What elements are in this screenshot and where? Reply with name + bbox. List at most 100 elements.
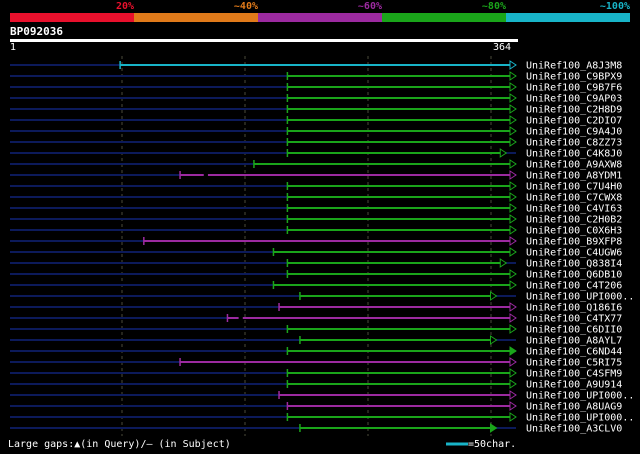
hit-label[interactable]: UniRef100_C4K8J0 (526, 149, 622, 160)
hit-arrow-icon (509, 71, 517, 81)
scale-key: =50char. (446, 439, 516, 450)
hit-row[interactable]: UniRef100_A8AYL7 (10, 335, 622, 347)
hit-label[interactable]: UniRef100_UPI000.. (526, 413, 634, 424)
hit-label[interactable]: UniRef100_C7CWX8 (526, 193, 622, 204)
hit-arrow-icon (509, 379, 517, 389)
hit-label[interactable]: UniRef100_Q838I4 (526, 259, 622, 270)
hit-row[interactable]: UniRef100_Q838I4 (10, 258, 622, 270)
hit-label[interactable]: UniRef100_C8ZZ73 (526, 138, 622, 149)
hit-row[interactable]: UniRef100_C9A4J0 (10, 126, 622, 138)
hit-arrow-icon (509, 346, 517, 356)
hit-arrow-icon (509, 313, 517, 323)
hit-row[interactable]: UniRef100_UPI000.. (10, 291, 634, 303)
hit-row[interactable]: UniRef100_Q186I6 (10, 302, 622, 314)
hit-arrow-icon (509, 412, 517, 422)
hit-row[interactable]: UniRef100_UPI000.. (10, 412, 634, 424)
hit-label[interactable]: UniRef100_C4SFM9 (526, 369, 622, 380)
hit-row[interactable]: UniRef100_C8ZZ73 (10, 137, 622, 149)
hit-arrow-icon (509, 170, 517, 180)
hit-label[interactable]: UniRef100_A9U914 (526, 380, 622, 391)
hit-row[interactable]: UniRef100_C9BPX9 (10, 71, 622, 83)
hit-arrow-icon (509, 225, 517, 235)
hit-arrow-icon (509, 82, 517, 92)
hit-label[interactable]: UniRef100_A8UAG9 (526, 402, 622, 413)
hit-label[interactable]: UniRef100_A9AXW8 (526, 160, 622, 171)
hit-label[interactable]: UniRef100_C2H0B2 (526, 215, 622, 226)
hit-arrow-icon (509, 247, 517, 257)
hit-arrow-icon (509, 60, 517, 70)
hit-label[interactable]: UniRef100_C9B7F6 (526, 83, 622, 94)
hit-label[interactable]: UniRef100_C2H8D9 (526, 105, 622, 116)
hit-row[interactable]: UniRef100_C7CWX8 (10, 192, 622, 204)
hit-row[interactable]: UniRef100_B9XFP8 (10, 236, 622, 248)
hit-label[interactable]: UniRef100_C4UGW6 (526, 248, 622, 259)
hit-row[interactable]: UniRef100_C9AP03 (10, 93, 622, 105)
hit-row[interactable]: UniRef100_A8J3M8 (10, 60, 622, 72)
hit-row[interactable]: UniRef100_UPI000.. (10, 390, 634, 402)
hit-row[interactable]: UniRef100_C4K8J0 (10, 148, 622, 160)
hit-row[interactable]: UniRef100_Q6DB10 (10, 269, 622, 281)
hit-row[interactable]: UniRef100_A3CLV0 (10, 423, 622, 435)
hit-row[interactable]: UniRef100_C0X6H3 (10, 225, 622, 237)
alignment-plot: UniRef100_A8J3M8UniRef100_C9BPX9UniRef10… (10, 56, 634, 436)
hit-label[interactable]: UniRef100_A8AYL7 (526, 336, 622, 347)
hit-label[interactable]: UniRef100_A8YDM1 (526, 171, 622, 182)
hit-row[interactable]: UniRef100_C6ND44 (10, 346, 622, 358)
scale-key-label: =50char. (468, 439, 517, 450)
hit-row[interactable]: UniRef100_C6DII0 (10, 324, 622, 336)
hit-label[interactable]: UniRef100_C4VI63 (526, 204, 622, 215)
hit-row[interactable]: UniRef100_C2DIO7 (10, 115, 622, 127)
hit-arrow-icon (509, 126, 517, 136)
hit-row[interactable]: UniRef100_C7U4H0 (10, 181, 622, 193)
hit-arrow-icon (509, 324, 517, 334)
hit-label[interactable]: UniRef100_C6ND44 (526, 347, 622, 358)
hit-row[interactable]: UniRef100_A8UAG9 (10, 401, 622, 413)
hit-arrow-icon (509, 137, 517, 147)
hit-label[interactable]: UniRef100_C9AP03 (526, 94, 622, 105)
large-gaps-legend: Large gaps:▲(in Query)/– (in Subject) (8, 439, 231, 450)
hit-row[interactable]: UniRef100_C2H0B2 (10, 214, 622, 226)
hit-row[interactable]: UniRef100_C4VI63 (10, 203, 622, 215)
hit-arrow-icon (489, 423, 498, 433)
hit-label[interactable]: UniRef100_C0X6H3 (526, 226, 622, 237)
hit-label[interactable]: UniRef100_UPI000.. (526, 292, 634, 303)
hit-arrow-icon (489, 335, 498, 345)
hit-arrow-icon (499, 258, 508, 268)
hit-row[interactable]: UniRef100_A9U914 (10, 379, 622, 391)
hit-row[interactable]: UniRef100_C4T206 (10, 280, 622, 292)
hit-row[interactable]: UniRef100_C5RI75 (10, 357, 622, 369)
hit-row[interactable]: UniRef100_C4TX77 (10, 313, 622, 325)
hit-label[interactable]: UniRef100_C9BPX9 (526, 72, 622, 83)
hit-row[interactable]: UniRef100_C4UGW6 (10, 247, 622, 259)
hit-arrow-icon (489, 291, 498, 301)
hit-label[interactable]: UniRef100_C4T206 (526, 281, 622, 292)
hit-arrow-icon (509, 280, 517, 290)
hit-label[interactable]: UniRef100_Q6DB10 (526, 270, 622, 281)
hit-label[interactable]: UniRef100_A3CLV0 (526, 424, 622, 435)
hit-label[interactable]: UniRef100_C9A4J0 (526, 127, 622, 138)
hit-arrow-icon (509, 115, 517, 125)
hit-label[interactable]: UniRef100_C6DII0 (526, 325, 622, 336)
hit-arrow-icon (509, 104, 517, 114)
hit-arrow-icon (509, 181, 517, 191)
hit-label[interactable]: UniRef100_C7U4H0 (526, 182, 622, 193)
hit-arrow-icon (509, 236, 517, 246)
hit-arrow-icon (509, 203, 517, 213)
hit-row[interactable]: UniRef100_C9B7F6 (10, 82, 622, 94)
hit-label[interactable]: UniRef100_UPI000.. (526, 391, 634, 402)
hit-row[interactable]: UniRef100_C4SFM9 (10, 368, 622, 380)
hit-label[interactable]: UniRef100_C4TX77 (526, 314, 622, 325)
hit-row[interactable]: UniRef100_C2H8D9 (10, 104, 622, 116)
hit-row[interactable]: UniRef100_A8YDM1 (10, 170, 622, 182)
hit-arrow-icon (509, 214, 517, 224)
hit-row[interactable]: UniRef100_A9AXW8 (10, 159, 622, 171)
hit-label[interactable]: UniRef100_C5RI75 (526, 358, 622, 369)
hit-arrow-icon (509, 269, 517, 279)
hit-label[interactable]: UniRef100_Q186I6 (526, 303, 622, 314)
hit-label[interactable]: UniRef100_A8J3M8 (526, 61, 622, 72)
hit-arrow-icon (509, 401, 517, 411)
hit-arrow-icon (509, 93, 517, 103)
hit-arrow-icon (499, 148, 508, 158)
hit-label[interactable]: UniRef100_C2DIO7 (526, 116, 622, 127)
hit-label[interactable]: UniRef100_B9XFP8 (526, 237, 622, 248)
